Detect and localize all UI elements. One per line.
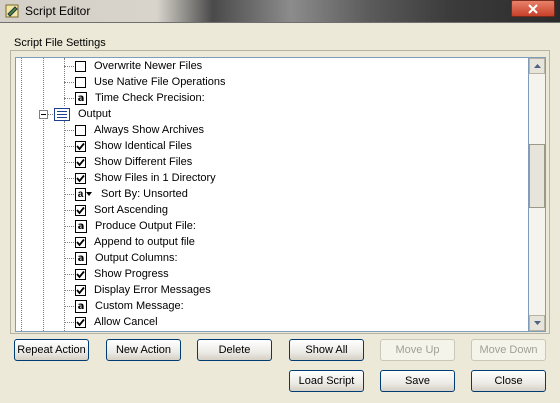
tree-item[interactable]: Allow Cancel [75, 314, 158, 330]
tree-guide-line [64, 210, 74, 211]
tree-item-label: Time Check Precision: [95, 92, 205, 104]
dropdown-field-icon: a [75, 187, 93, 201]
tree-guide-line [64, 146, 74, 147]
tree-item[interactable]: a Produce Output File: [75, 218, 196, 234]
new-action-button[interactable]: New Action [106, 339, 181, 361]
tree-guide-line [64, 322, 74, 323]
tree-item-label: Show Different Files [94, 156, 193, 168]
arrow-up-icon [533, 64, 541, 68]
tree-item-label: Sort By: Unsorted [101, 188, 188, 200]
tree-item[interactable]: Use Native File Operations [75, 74, 225, 90]
tree-item-label: Output [78, 108, 112, 120]
tree-guide-line [64, 274, 74, 275]
checkbox-icon[interactable] [75, 204, 86, 216]
tree-item-label: Overwrite Newer Files [94, 60, 203, 72]
tree-item[interactable]: a Custom Message: [75, 298, 184, 314]
scroll-up-button[interactable] [529, 58, 545, 74]
tree-item[interactable]: a Time Check Precision: [75, 90, 205, 106]
move-up-button[interactable]: Move Up [380, 339, 455, 361]
checkbox-icon[interactable] [75, 76, 86, 88]
tree-guide-line [64, 178, 74, 179]
tree-item[interactable]: Sort Ascending [75, 202, 168, 218]
tree-guide-line [64, 306, 74, 307]
tree-guide-line [64, 130, 74, 131]
text-field-icon: a [75, 251, 87, 265]
checkbox-icon[interactable] [75, 156, 86, 168]
tree-guide-line [64, 66, 74, 67]
tree-scrollbar[interactable] [529, 57, 546, 332]
checkbox-icon[interactable] [75, 124, 86, 136]
tree-item-label: Show Files in 1 Directory [94, 172, 216, 184]
text-field-icon: a [75, 219, 87, 233]
text-field-icon: a [75, 299, 87, 313]
settings-tree[interactable]: Overwrite Newer Files Use Native File Ope… [15, 57, 529, 332]
window-close-button[interactable] [511, 0, 555, 17]
tree-item[interactable]: a Output Columns: [75, 250, 178, 266]
tree-item[interactable]: Show Progress [75, 266, 169, 282]
text-field-icon: a [75, 91, 87, 105]
tree-item[interactable]: Show Files in 1 Directory [75, 170, 216, 186]
tree-item-label: Use Native File Operations [94, 76, 226, 88]
tree-guide-line [64, 242, 74, 243]
tree-guide-line [43, 58, 44, 331]
title-bar: Script Editor [0, 0, 560, 23]
tree-guide-line [64, 258, 74, 259]
close-button[interactable]: Close [471, 370, 546, 392]
scroll-down-button[interactable] [529, 315, 545, 331]
tree-item[interactable]: Output [54, 106, 111, 122]
tree-item-label: Show Identical Files [94, 140, 192, 152]
window-title: Script Editor [25, 4, 91, 18]
close-icon [528, 3, 538, 14]
checkbox-icon[interactable] [75, 60, 86, 72]
tree-item-label: Custom Message: [95, 300, 184, 312]
tree-item[interactable]: Append to output file [75, 234, 195, 250]
checkbox-icon[interactable] [75, 172, 86, 184]
tree-item-label: Display Error Messages [94, 284, 211, 296]
save-button[interactable]: Save [380, 370, 455, 392]
tree-item-label: Show Progress [94, 268, 169, 280]
tree-item[interactable]: Show Identical Files [75, 138, 192, 154]
checkbox-icon[interactable] [75, 316, 86, 328]
delete-button[interactable]: Delete [197, 339, 272, 361]
tree-guide-line [64, 98, 74, 99]
checkbox-icon[interactable] [75, 268, 86, 280]
scroll-thumb[interactable] [529, 144, 545, 208]
tree-guide-line [21, 58, 22, 331]
tree-item[interactable]: Overwrite Newer Files [75, 58, 202, 74]
tree-item[interactable]: a Sort By: Unsorted [75, 186, 188, 202]
tree-guide-line [64, 226, 74, 227]
move-down-button[interactable]: Move Down [471, 339, 546, 361]
tree-item-label: Always Show Archives [94, 124, 205, 136]
tree-item[interactable]: Show Different Files [75, 154, 192, 170]
tree-item[interactable]: Always Show Archives [75, 122, 204, 138]
tree-guide-line [64, 290, 74, 291]
tree-item-label: Produce Output File: [95, 220, 196, 232]
tree-item-label: Append to output file [94, 236, 195, 248]
checkbox-icon[interactable] [75, 236, 86, 248]
tree-item-label: Sort Ascending [94, 204, 168, 216]
group-label: Script File Settings [14, 37, 106, 49]
tree-guide-line [64, 162, 74, 163]
tree-item-label: Output Columns: [95, 252, 178, 264]
tree-guide-line [64, 194, 74, 195]
tree-item[interactable]: Display Error Messages [75, 282, 211, 298]
checkbox-icon[interactable] [75, 140, 86, 152]
script-editor-app-icon [5, 4, 19, 18]
tree-guide-line [64, 82, 74, 83]
minus-icon [41, 114, 46, 115]
tree-item-label: Allow Cancel [94, 316, 158, 328]
show-all-button[interactable]: Show All [289, 339, 364, 361]
load-script-button[interactable]: Load Script [289, 370, 364, 392]
checkbox-icon[interactable] [75, 284, 86, 296]
collapse-expander[interactable] [39, 110, 48, 119]
list-icon [54, 107, 70, 121]
repeat-action-button[interactable]: Repeat Action [14, 339, 89, 361]
arrow-down-icon [533, 321, 541, 325]
